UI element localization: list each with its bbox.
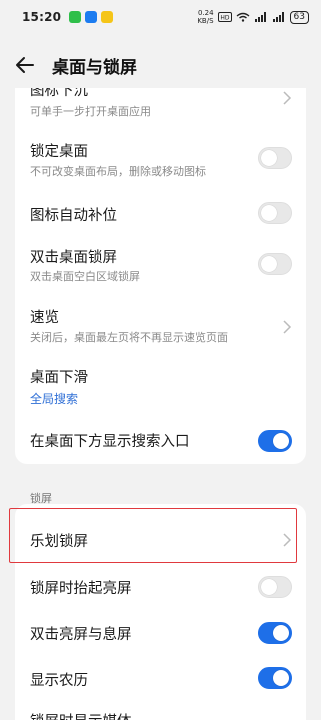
desktop-settings-card: 图标下沉 可单手一步打开桌面应用 锁定桌面 不可改变桌面布局，删除或移动图标 图… xyxy=(15,88,306,464)
notification-app-icon xyxy=(101,11,114,23)
svg-text:HD: HD xyxy=(220,15,230,22)
setting-subtitle: 关闭后，桌面最左页将不再显示速览页面 xyxy=(30,331,228,344)
setting-title: 锁屏时显示媒体 xyxy=(30,710,132,720)
lockscreen-settings-card: 乐划锁屏 锁屏时抬起亮屏 双击亮屏与息屏 显示农历 锁屏时显示媒体 xyxy=(15,504,306,720)
page-header: 桌面与锁屏 xyxy=(0,42,321,88)
setting-title: 在桌面下方显示搜索入口 xyxy=(30,434,190,450)
setting-row-raise-to-wake[interactable]: 锁屏时抬起亮屏 xyxy=(15,565,306,613)
icon-autofill-toggle[interactable] xyxy=(258,202,292,224)
toggle-knob xyxy=(273,625,289,641)
setting-row-lehua-lockscreen[interactable]: 乐划锁屏 xyxy=(15,508,306,563)
setting-title: 锁定桌面 xyxy=(30,144,88,160)
page-title: 桌面与锁屏 xyxy=(52,58,137,78)
setting-title: 显示农历 xyxy=(30,673,88,689)
chevron-right-icon xyxy=(283,320,292,334)
setting-title: 速览 xyxy=(30,310,59,326)
signal-icon-1 xyxy=(254,12,266,22)
setting-row-icon-sink[interactable]: 图标下沉 可单手一步打开桌面应用 xyxy=(15,88,306,122)
alipay-icon xyxy=(85,11,98,23)
setting-row-lockscreen-media[interactable]: 锁屏时显示媒体 xyxy=(15,705,306,720)
setting-value-link: 全局搜索 xyxy=(30,392,79,406)
setting-row-icon-autofill[interactable]: 图标自动补位 xyxy=(15,188,306,238)
double-tap-lock-toggle[interactable] xyxy=(258,253,292,275)
setting-row-double-tap-wake[interactable]: 双击亮屏与息屏 xyxy=(15,613,306,661)
net-speed-unit: KB/S xyxy=(197,17,214,25)
hd-icon: HD xyxy=(217,12,232,22)
setting-title: 双击亮屏与息屏 xyxy=(30,627,132,643)
status-indicators: 0.24 KB/S HD 63 xyxy=(197,9,309,25)
wifi-icon xyxy=(236,12,249,22)
back-arrow-icon[interactable] xyxy=(14,54,36,76)
setting-title: 乐划锁屏 xyxy=(30,534,88,550)
battery-level: 63 xyxy=(289,10,309,24)
net-speed-value: 0.24 xyxy=(197,9,214,17)
setting-title: 图标自动补位 xyxy=(30,208,117,224)
status-app-icons xyxy=(69,11,114,23)
raise-to-wake-toggle[interactable] xyxy=(258,576,292,598)
show-search-entry-toggle[interactable] xyxy=(258,430,292,452)
double-tap-wake-toggle[interactable] xyxy=(258,622,292,644)
status-time: 15:20 xyxy=(22,10,62,24)
setting-row-quick-view[interactable]: 速览 关闭后，桌面最左页将不再显示速览页面 xyxy=(15,294,306,354)
setting-title: 桌面下滑 xyxy=(30,370,88,386)
toggle-knob xyxy=(261,205,277,221)
setting-row-lock-desktop[interactable]: 锁定桌面 不可改变桌面布局，删除或移动图标 xyxy=(15,130,306,186)
setting-title: 双击桌面锁屏 xyxy=(30,250,117,266)
toggle-knob xyxy=(273,670,289,686)
toggle-knob xyxy=(261,256,277,272)
signal-icon-2 xyxy=(272,12,284,22)
setting-row-double-tap-lock[interactable]: 双击桌面锁屏 双击桌面空白区域锁屏 xyxy=(15,238,306,294)
setting-subtitle: 可单手一步打开桌面应用 xyxy=(30,105,151,118)
setting-subtitle: 不可改变桌面布局，删除或移动图标 xyxy=(30,165,206,178)
setting-title: 图标下沉 xyxy=(30,88,88,99)
net-speed: 0.24 KB/S xyxy=(197,9,213,25)
setting-title: 锁屏时抬起亮屏 xyxy=(30,581,132,597)
chevron-right-icon xyxy=(283,533,292,547)
chevron-right-icon xyxy=(283,91,292,105)
toggle-knob xyxy=(261,150,277,166)
wechat-icon xyxy=(69,11,82,23)
lock-desktop-toggle[interactable] xyxy=(258,147,292,169)
toggle-knob xyxy=(261,579,277,595)
lunar-calendar-toggle[interactable] xyxy=(258,667,292,689)
setting-subtitle: 双击桌面空白区域锁屏 xyxy=(30,270,140,283)
toggle-knob xyxy=(273,433,289,449)
status-bar: 15:20 0.24 KB/S HD 63 xyxy=(0,0,321,34)
setting-row-desktop-swipe-down[interactable]: 桌面下滑 全局搜索 xyxy=(15,356,306,412)
setting-row-show-search-entry[interactable]: 在桌面下方显示搜索入口 xyxy=(15,414,306,464)
setting-row-lunar-calendar[interactable]: 显示农历 xyxy=(15,661,306,705)
